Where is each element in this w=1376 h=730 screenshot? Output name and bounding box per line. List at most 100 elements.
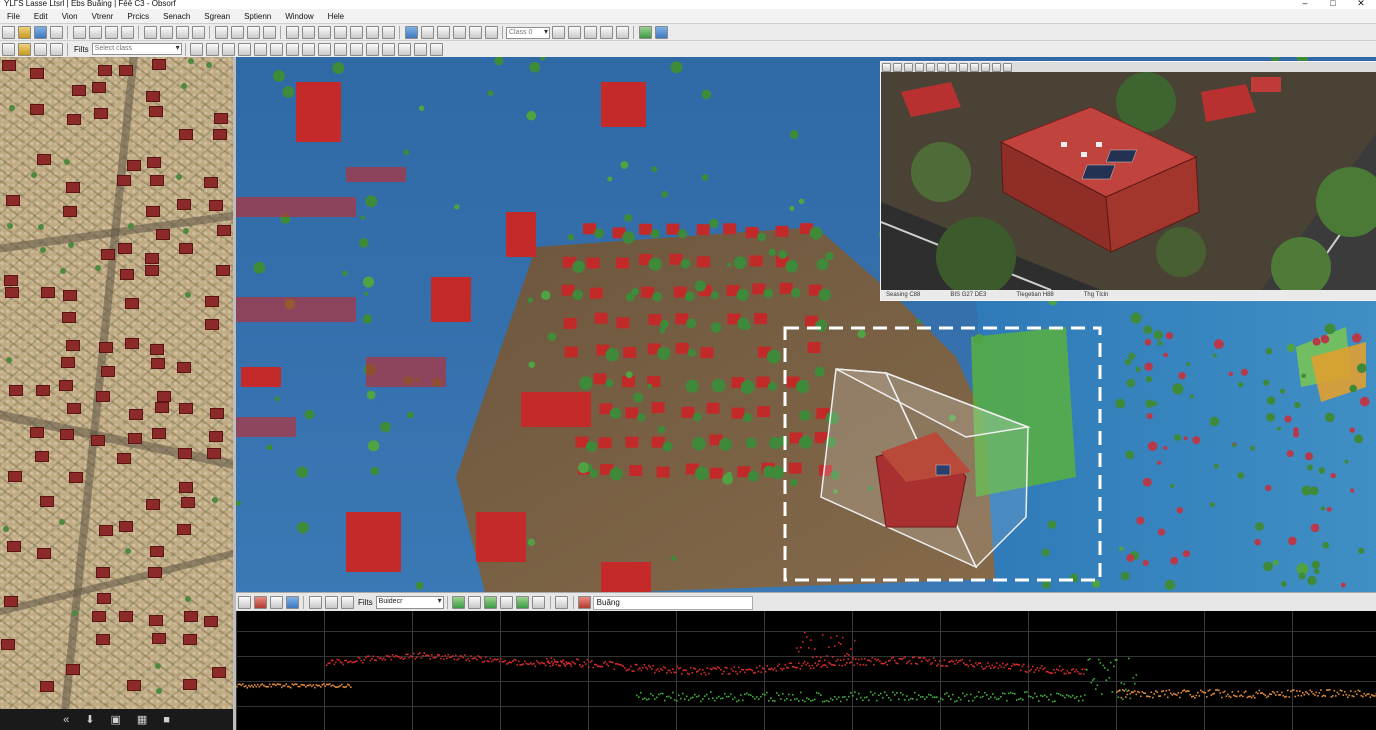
delete-icon[interactable] [120,26,134,39]
zoom-out-icon[interactable] [436,26,450,39]
menu-sgrean[interactable]: Sgrean [197,12,237,21]
contour-icon[interactable] [302,42,316,56]
profile-view[interactable] [236,611,1376,730]
profile-tool-icon[interactable] [269,596,283,609]
grid-icon[interactable]: ▦ [137,713,147,726]
stop-icon[interactable]: ■ [163,714,170,726]
mesh-icon[interactable] [334,42,348,56]
classify-icon[interactable] [500,596,514,609]
print-icon[interactable] [49,26,63,39]
classify-icon[interactable] [516,596,530,609]
class-dropdown[interactable]: Class 0 [506,26,550,39]
inset-render-view[interactable]: Seasing C88 BIS G27 DE3 Tlegetian H88 Th… [880,61,1376,301]
measure-icon[interactable] [333,26,347,39]
unlock-icon[interactable] [615,26,629,39]
properties-icon[interactable] [230,26,244,39]
cube-icon[interactable] [238,42,252,56]
paste-icon[interactable] [104,26,118,39]
redo-icon[interactable] [159,26,173,39]
classify-icon[interactable] [452,596,466,609]
brush-icon[interactable] [567,26,581,39]
layers-icon[interactable]: ▣ [110,713,120,726]
lock-icon[interactable] [599,26,613,39]
inset-tool-icon[interactable] [1003,62,1012,72]
fit-icon[interactable] [484,26,498,39]
cut-icon[interactable] [72,26,86,39]
layer-icon[interactable] [214,26,228,39]
refresh-icon[interactable] [191,26,205,39]
profile-icon[interactable] [254,42,268,56]
classify-icon[interactable] [484,596,498,609]
menu-file[interactable]: File [0,12,27,21]
eraser-icon[interactable] [382,42,396,56]
maximize-button[interactable]: □ [1318,0,1348,8]
section-icon[interactable] [270,42,284,56]
minimize-button[interactable]: – [1290,0,1320,8]
save-icon[interactable] [33,26,47,39]
tag-icon[interactable] [381,26,395,39]
inset-tool-icon[interactable] [948,62,957,72]
inset-tool-icon[interactable] [981,62,990,72]
folder-icon[interactable] [17,42,31,56]
classify-icon[interactable] [551,26,565,39]
profile-tool-icon[interactable] [253,596,267,609]
undo-icon[interactable] [143,26,157,39]
rewind-icon[interactable]: « [63,714,69,726]
polygon-icon[interactable] [583,26,597,39]
menu-sptienn[interactable]: Sptienn [237,12,278,21]
globe-icon[interactable] [654,26,668,39]
classify-icon[interactable] [532,596,546,609]
profile-tool-icon[interactable] [237,596,251,609]
class-name-field[interactable]: Buăng [592,595,753,610]
inset-tool-icon[interactable] [926,62,935,72]
settings-icon[interactable] [555,596,569,609]
profile-filters-dropdown[interactable]: Buidecr [375,596,444,609]
top-view-panel[interactable] [0,57,233,709]
pencil-icon[interactable] [340,596,354,609]
grid-icon[interactable] [206,42,220,56]
pen-icon[interactable] [324,596,338,609]
brush-icon[interactable] [308,596,322,609]
class-color-icon[interactable] [578,596,592,609]
menu-senach[interactable]: Senach [156,12,197,21]
menu-edit[interactable]: Edit [27,12,55,21]
info-icon[interactable] [262,26,276,39]
record-icon[interactable] [430,42,444,56]
draw-icon[interactable] [350,42,364,56]
filter-icon[interactable] [365,26,379,39]
menu-vtrenr[interactable]: Vtrenr [85,12,121,21]
inset-tool-icon[interactable] [959,62,968,72]
layers-icon[interactable] [190,42,204,56]
close-button[interactable]: ✕ [1346,0,1376,9]
menu-help[interactable]: Hele [321,12,351,21]
crosshair-icon[interactable] [317,26,331,39]
down-arrow-icon[interactable]: ⬇ [85,713,94,726]
hammer-icon[interactable] [285,26,299,39]
table-icon[interactable] [246,26,260,39]
rotate-icon[interactable] [468,26,482,39]
search-icon[interactable] [1,42,15,56]
height-icon[interactable] [286,42,300,56]
vegetation-icon[interactable] [638,26,652,39]
pencil-icon[interactable] [366,42,380,56]
inset-tool-icon[interactable] [915,62,924,72]
inset-tool-icon[interactable] [937,62,946,72]
menu-prcics[interactable]: Prcics [120,12,156,21]
filters-dropdown[interactable]: Select class [91,43,182,55]
menu-view[interactable]: Vion [55,12,85,21]
inset-tool-icon[interactable] [882,62,891,72]
new-file-icon[interactable] [1,26,15,39]
classify-icon[interactable] [468,596,482,609]
inset-tool-icon[interactable] [904,62,913,72]
points-icon[interactable] [222,42,236,56]
camera-icon[interactable] [33,42,47,56]
lasso-icon[interactable] [398,42,412,56]
profile-tool-icon[interactable] [285,596,299,609]
inset-tool-icon[interactable] [893,62,902,72]
inset-tool-icon[interactable] [970,62,979,72]
snap-icon[interactable] [414,42,428,56]
history-icon[interactable] [175,26,189,39]
settings-icon[interactable] [49,42,63,56]
zoom-in-icon[interactable] [420,26,434,39]
menu-window[interactable]: Window [278,12,320,21]
